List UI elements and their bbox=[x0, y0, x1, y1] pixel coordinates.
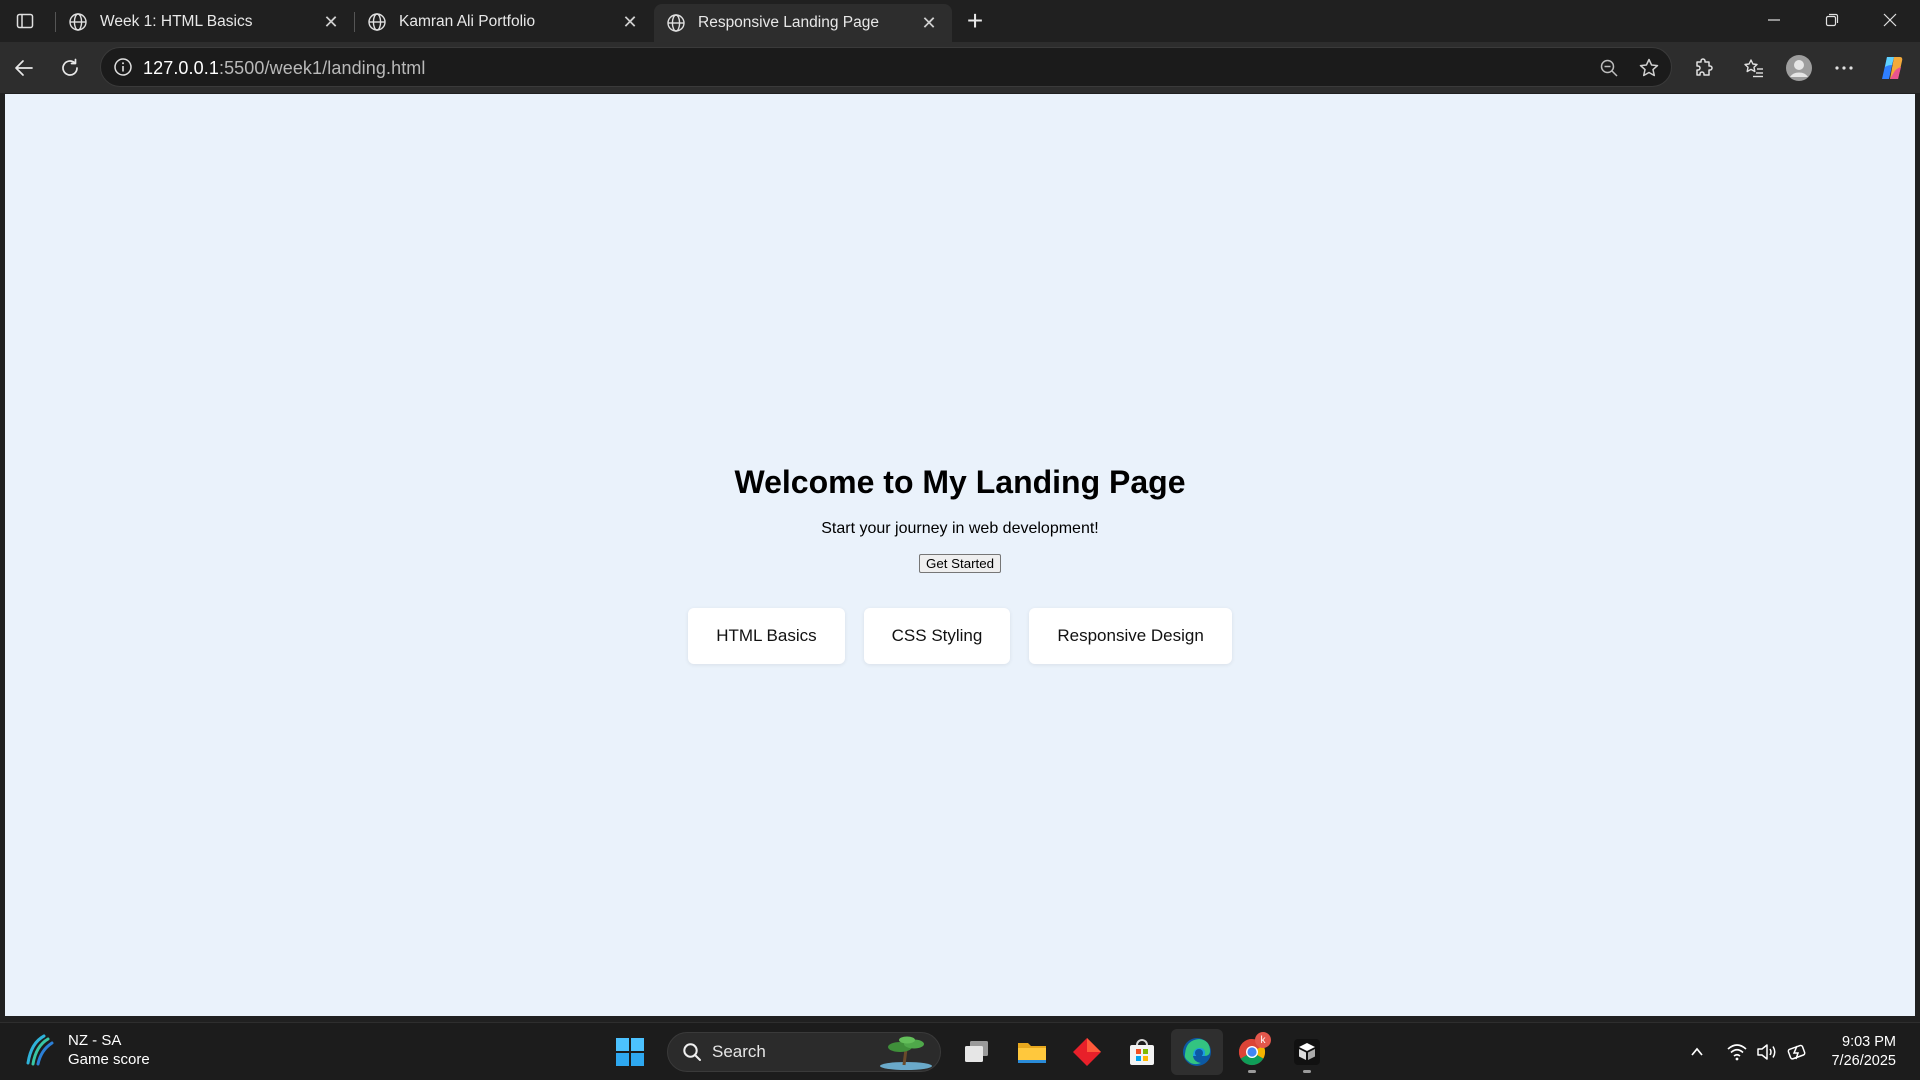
tab-week1-html-basics[interactable]: Week 1: HTML Basics ✕ bbox=[56, 4, 354, 40]
browser-toolbar: 127.0.0.1:5500/week1/landing.html bbox=[0, 42, 1920, 93]
tab-responsive-landing-page[interactable]: Responsive Landing Page ✕ bbox=[654, 4, 952, 42]
wifi-icon bbox=[1727, 1044, 1747, 1061]
card-html-basics: HTML Basics bbox=[688, 608, 845, 664]
copilot-icon bbox=[1882, 57, 1903, 79]
close-window-button[interactable] bbox=[1862, 0, 1918, 40]
reload-icon bbox=[62, 58, 78, 76]
cube-app-icon bbox=[1294, 1039, 1320, 1065]
page-subtitle: Start your journey in web development! bbox=[821, 520, 1099, 537]
taskbar-search[interactable]: Search bbox=[667, 1032, 941, 1072]
star-icon bbox=[1639, 58, 1659, 77]
edge-browser-button[interactable] bbox=[1171, 1029, 1223, 1075]
minimize-icon bbox=[1768, 19, 1780, 21]
sports-widget[interactable]: NZ - SA Game score bbox=[22, 1031, 150, 1069]
quick-settings-button[interactable] bbox=[1722, 1033, 1814, 1071]
more-dots-icon bbox=[1835, 66, 1853, 70]
profile-button[interactable] bbox=[1781, 50, 1817, 86]
system-tray bbox=[1680, 1033, 1814, 1071]
search-label: Search bbox=[712, 1042, 766, 1061]
tab-title: Kamran Ali Portfolio bbox=[399, 13, 536, 30]
edge-icon bbox=[1183, 1038, 1211, 1066]
chrome-profile-badge: k bbox=[1255, 1032, 1271, 1048]
folder-icon bbox=[1018, 1043, 1046, 1063]
tab-actions-menu-button[interactable] bbox=[10, 6, 40, 36]
back-arrow-icon bbox=[15, 60, 33, 76]
restore-button[interactable] bbox=[1804, 0, 1860, 40]
volume-icon bbox=[1757, 1044, 1776, 1060]
url-text[interactable]: 127.0.0.1:5500/week1/landing.html bbox=[143, 58, 426, 79]
page-title: Welcome to My Landing Page bbox=[734, 464, 1186, 500]
tab-title: Week 1: HTML Basics bbox=[100, 13, 253, 30]
address-bar[interactable]: 127.0.0.1:5500/week1/landing.html bbox=[100, 47, 1672, 87]
app-red-diamond-button[interactable] bbox=[1061, 1029, 1113, 1075]
windows-taskbar: NZ - SA Game score Search k 9:03 PM 7/26… bbox=[0, 1022, 1920, 1080]
copilot-button[interactable] bbox=[1874, 50, 1910, 86]
clock-time: 9:03 PM bbox=[1842, 1034, 1896, 1050]
tab-close-icon[interactable]: ✕ bbox=[619, 11, 641, 33]
search-highlight-bonsai-icon bbox=[880, 1036, 932, 1070]
widget-subtitle: Game score bbox=[68, 1051, 150, 1068]
card-css-styling: CSS Styling bbox=[863, 608, 1011, 664]
windows-logo-icon bbox=[616, 1038, 644, 1066]
get-started-button[interactable]: Get Started bbox=[919, 554, 1001, 573]
tab-title: Responsive Landing Page bbox=[698, 14, 879, 31]
task-view-icon bbox=[965, 1041, 988, 1062]
globe-icon bbox=[368, 13, 386, 31]
widget-title: NZ - SA bbox=[68, 1032, 122, 1049]
zoom-button[interactable] bbox=[1597, 56, 1621, 80]
battery-charging-icon bbox=[1787, 1044, 1806, 1060]
globe-icon bbox=[667, 14, 685, 32]
plus-icon: + bbox=[966, 5, 984, 36]
extensions-button[interactable] bbox=[1686, 50, 1722, 86]
microsoft-store-button[interactable] bbox=[1116, 1029, 1168, 1075]
tab-close-icon[interactable]: ✕ bbox=[918, 12, 940, 34]
start-button[interactable] bbox=[604, 1029, 656, 1075]
favorites-list-icon bbox=[1744, 59, 1763, 78]
reload-button[interactable] bbox=[52, 50, 88, 86]
show-hidden-icons-button[interactable] bbox=[1680, 1033, 1714, 1071]
avatar-icon bbox=[1786, 55, 1812, 81]
back-button[interactable] bbox=[6, 50, 42, 86]
favorites-button[interactable] bbox=[1736, 50, 1772, 86]
tab-actions-icon bbox=[16, 13, 34, 29]
hero-section: Welcome to My Landing Page Start your jo… bbox=[5, 462, 1915, 573]
browser-tab-strip: Week 1: HTML Basics ✕ Kamran Ali Portfol… bbox=[0, 0, 1920, 42]
taskbar-clock[interactable]: 9:03 PM 7/26/2025 bbox=[1831, 1033, 1896, 1071]
clock-date: 7/26/2025 bbox=[1831, 1053, 1896, 1069]
card-responsive-design: Responsive Design bbox=[1029, 608, 1232, 664]
file-explorer-button[interactable] bbox=[1006, 1029, 1058, 1075]
task-view-button[interactable] bbox=[951, 1029, 1003, 1075]
close-icon bbox=[1883, 13, 1897, 27]
red-diamond-app-icon bbox=[1073, 1038, 1101, 1066]
restore-icon bbox=[1825, 13, 1839, 27]
puzzle-icon bbox=[1696, 58, 1713, 76]
tab-kamran-ali-portfolio[interactable]: Kamran Ali Portfolio ✕ bbox=[355, 4, 653, 40]
new-tab-button[interactable]: + bbox=[958, 5, 992, 37]
taskbar-center: Search k bbox=[604, 1029, 1336, 1075]
favorite-button[interactable] bbox=[1637, 56, 1661, 80]
minimize-button[interactable] bbox=[1746, 0, 1802, 40]
chrome-browser-button[interactable]: k bbox=[1226, 1029, 1278, 1075]
url-path: :5500/week1/landing.html bbox=[218, 58, 426, 78]
cricket-icon bbox=[26, 1034, 54, 1066]
settings-more-button[interactable] bbox=[1826, 50, 1862, 86]
page-viewport: Welcome to My Landing Page Start your jo… bbox=[5, 94, 1915, 1016]
url-host: 127.0.0.1 bbox=[143, 58, 219, 78]
chevron-up-icon bbox=[1691, 1047, 1703, 1056]
globe-icon bbox=[69, 13, 87, 31]
store-icon bbox=[1130, 1039, 1154, 1065]
search-icon bbox=[683, 1043, 701, 1061]
zoom-out-icon bbox=[1600, 59, 1618, 77]
site-info-icon[interactable] bbox=[113, 57, 133, 77]
topic-cards: HTML Basics CSS Styling Responsive Desig… bbox=[5, 608, 1915, 664]
tab-close-icon[interactable]: ✕ bbox=[320, 11, 342, 33]
cube-app-button[interactable] bbox=[1281, 1029, 1333, 1075]
